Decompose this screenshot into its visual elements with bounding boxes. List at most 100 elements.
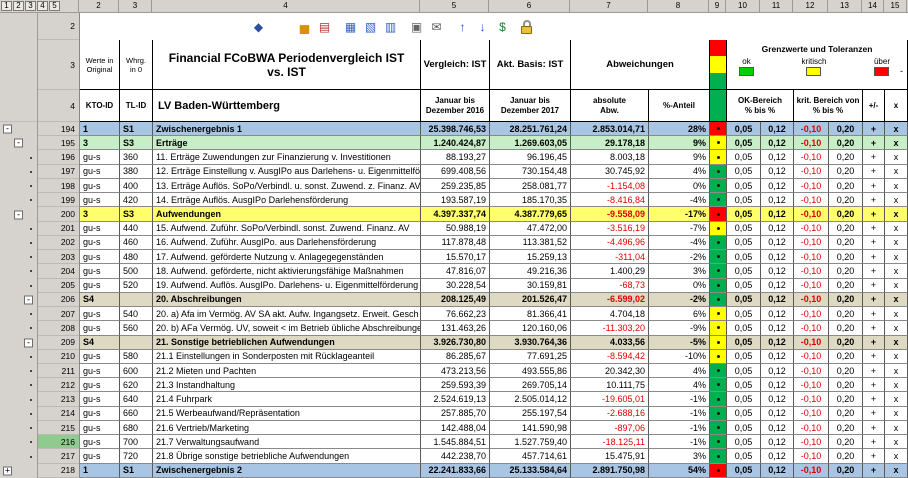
cell-absolute-abw[interactable]: 4.033,56 (571, 336, 649, 350)
period-2017-header[interactable]: Januar bis Dezember 2017 (490, 90, 571, 122)
cell-ampel-indicator[interactable] (710, 150, 727, 164)
cell-ampel-indicator[interactable] (710, 407, 727, 421)
cell-x[interactable]: x (885, 193, 908, 207)
cell-pct-anteil[interactable]: 4% (649, 165, 710, 179)
cell-kto-id[interactable]: gu-s (80, 350, 120, 364)
cell-krit-lo[interactable]: -0,10 (794, 122, 829, 136)
outline-collapse-button-195[interactable]: - (14, 139, 23, 148)
cell-plus-minus[interactable]: + (863, 350, 885, 364)
cell-krit-hi[interactable]: 0,20 (829, 321, 863, 335)
cell-ampel-indicator[interactable] (710, 279, 727, 293)
cell-value-2017[interactable]: 269.705,14 (490, 378, 571, 392)
cell-pct-anteil[interactable]: 4% (649, 378, 710, 392)
cell-absolute-abw[interactable]: 30.745,92 (571, 165, 649, 179)
cell-kto-id[interactable]: gu-s (80, 449, 120, 463)
cell-tl-id[interactable]: 600 (120, 364, 153, 378)
cell-krit-hi[interactable]: 0,20 (829, 364, 863, 378)
cell-position-label[interactable]: 21.8 Übrige sonstige betriebliche Aufwen… (153, 449, 421, 463)
cell-ampel-indicator[interactable] (710, 250, 727, 264)
toolbar-print-icon[interactable]: ▣ (408, 19, 425, 35)
toolbar-pivot-icon[interactable]: ▥ (382, 19, 399, 35)
cell-value-2016[interactable]: 257.885,70 (421, 407, 490, 421)
column-header-12[interactable]: 12 (793, 0, 828, 12)
row-header-208[interactable]: 208 (38, 321, 79, 335)
cell-ampel-indicator[interactable] (710, 464, 727, 478)
cell-ok-lo[interactable]: 0,05 (727, 421, 761, 435)
cell-ok-lo[interactable]: 0,05 (727, 207, 761, 221)
row-header-211[interactable]: 211 (38, 364, 79, 378)
cell-position-label[interactable]: 20. b) AFa Vermög. UV, soweit < im Betri… (153, 321, 421, 335)
cell-plus-minus[interactable]: + (863, 421, 885, 435)
cell-position-label[interactable]: 21.1 Einstellungen in Sonderposten mit R… (153, 350, 421, 364)
cell-position-label[interactable]: 16. Aufwend. Zuführ. AusgIPo. aus Darleh… (153, 236, 421, 250)
cell-x[interactable]: x (885, 250, 908, 264)
cell-absolute-abw[interactable]: 4.704,18 (571, 307, 649, 321)
cell-pct-anteil[interactable]: -4% (649, 193, 710, 207)
cell-tl-id[interactable] (120, 336, 153, 350)
cell-ok-lo[interactable]: 0,05 (727, 293, 761, 307)
cell-kto-id[interactable]: gu-s (80, 264, 120, 278)
cell-ok-lo[interactable]: 0,05 (727, 364, 761, 378)
cell-value-2016[interactable]: 88.193,27 (421, 150, 490, 164)
cell-value-2017[interactable]: 96.196,45 (490, 150, 571, 164)
cell-absolute-abw[interactable]: -9.558,09 (571, 207, 649, 221)
cell-absolute-abw[interactable]: 20.342,30 (571, 364, 649, 378)
cell-value-2017[interactable]: 81.366,41 (490, 307, 571, 321)
cell-ampel-indicator[interactable] (710, 364, 727, 378)
cell-ok-hi[interactable]: 0,12 (761, 222, 794, 236)
cell-plus-minus[interactable]: + (863, 464, 885, 478)
cell-ampel-indicator[interactable] (710, 321, 727, 335)
row-header-3[interactable]: 3 (38, 40, 79, 90)
cell-kto-id[interactable]: 3 (80, 136, 120, 150)
cell-pct-anteil[interactable]: -1% (649, 421, 710, 435)
cell-x[interactable]: x (885, 179, 908, 193)
cell-x[interactable]: x (885, 150, 908, 164)
cell-plus-minus[interactable]: + (863, 207, 885, 221)
cell-tl-id[interactable]: 580 (120, 350, 153, 364)
cell-value-2017[interactable]: 730.154,48 (490, 165, 571, 179)
outline-expand-button-218[interactable]: + (3, 466, 12, 475)
outline-collapse-button-206[interactable]: - (24, 295, 33, 304)
cell-pct-anteil[interactable]: -1% (649, 407, 710, 421)
cell-position-label[interactable]: 21.2 Mieten und Pachten (153, 364, 421, 378)
outline-level-button-1[interactable]: 1 (1, 1, 12, 11)
lv-baden-wuerttemberg-header[interactable]: LV Baden-Württemberg (153, 90, 421, 122)
cell-krit-hi[interactable]: 0,20 (829, 279, 863, 293)
cell-krit-lo[interactable]: -0,10 (794, 350, 829, 364)
cell-kto-id[interactable]: S4 (80, 293, 120, 307)
cell-position-label[interactable]: 19. Aufwend. Auflös. AusgIPo. Darlehens-… (153, 279, 421, 293)
cell-ok-hi[interactable]: 0,12 (761, 250, 794, 264)
column-header-15[interactable]: 15 (884, 0, 907, 12)
cell-ok-hi[interactable]: 0,12 (761, 350, 794, 364)
cell-position-label[interactable]: 14. Erträge Auflös. AusgIPo Darlehensför… (153, 193, 421, 207)
cell-tl-id[interactable]: 680 (120, 421, 153, 435)
cell-krit-hi[interactable]: 0,20 (829, 165, 863, 179)
cell-tl-id[interactable]: 400 (120, 179, 153, 193)
cell-value-2016[interactable]: 15.570,17 (421, 250, 490, 264)
cell-position-label[interactable]: 17. Aufwend. geförderte Nutzung v. Anlag… (153, 250, 421, 264)
cell-ampel-indicator[interactable] (710, 336, 727, 350)
outline-level-button-2[interactable]: 2 (13, 1, 24, 11)
cell-value-2016[interactable]: 3.926.730,80 (421, 336, 490, 350)
cell-ampel-indicator[interactable] (710, 165, 727, 179)
cell-value-2016[interactable]: 142.488,04 (421, 421, 490, 435)
cell-ampel-indicator[interactable] (710, 449, 727, 463)
column-header-7[interactable]: 7 (570, 0, 648, 12)
cell-tl-id[interactable]: 440 (120, 222, 153, 236)
cell-ampel-indicator[interactable] (710, 207, 727, 221)
toolbar-download-icon[interactable]: ↓ (474, 19, 491, 35)
row-header-213[interactable]: 213 (38, 392, 79, 406)
cell-ok-lo[interactable]: 0,05 (727, 464, 761, 478)
cell-x[interactable]: x (885, 421, 908, 435)
cell-tl-id[interactable]: 500 (120, 264, 153, 278)
outline-collapse-button-200[interactable]: - (14, 210, 23, 219)
row-header-210[interactable]: 210 (38, 350, 79, 364)
cell-x[interactable]: x (885, 293, 908, 307)
cell-tl-id[interactable]: 520 (120, 279, 153, 293)
cell-krit-lo[interactable]: -0,10 (794, 336, 829, 350)
outline-level-button-3[interactable]: 3 (25, 1, 36, 11)
row-header-206[interactable]: 206 (38, 293, 79, 307)
toolbar-currency-icon[interactable]: $ (494, 19, 511, 35)
cell-kto-id[interactable]: S4 (80, 336, 120, 350)
column-header-2[interactable]: 2 (79, 0, 119, 12)
